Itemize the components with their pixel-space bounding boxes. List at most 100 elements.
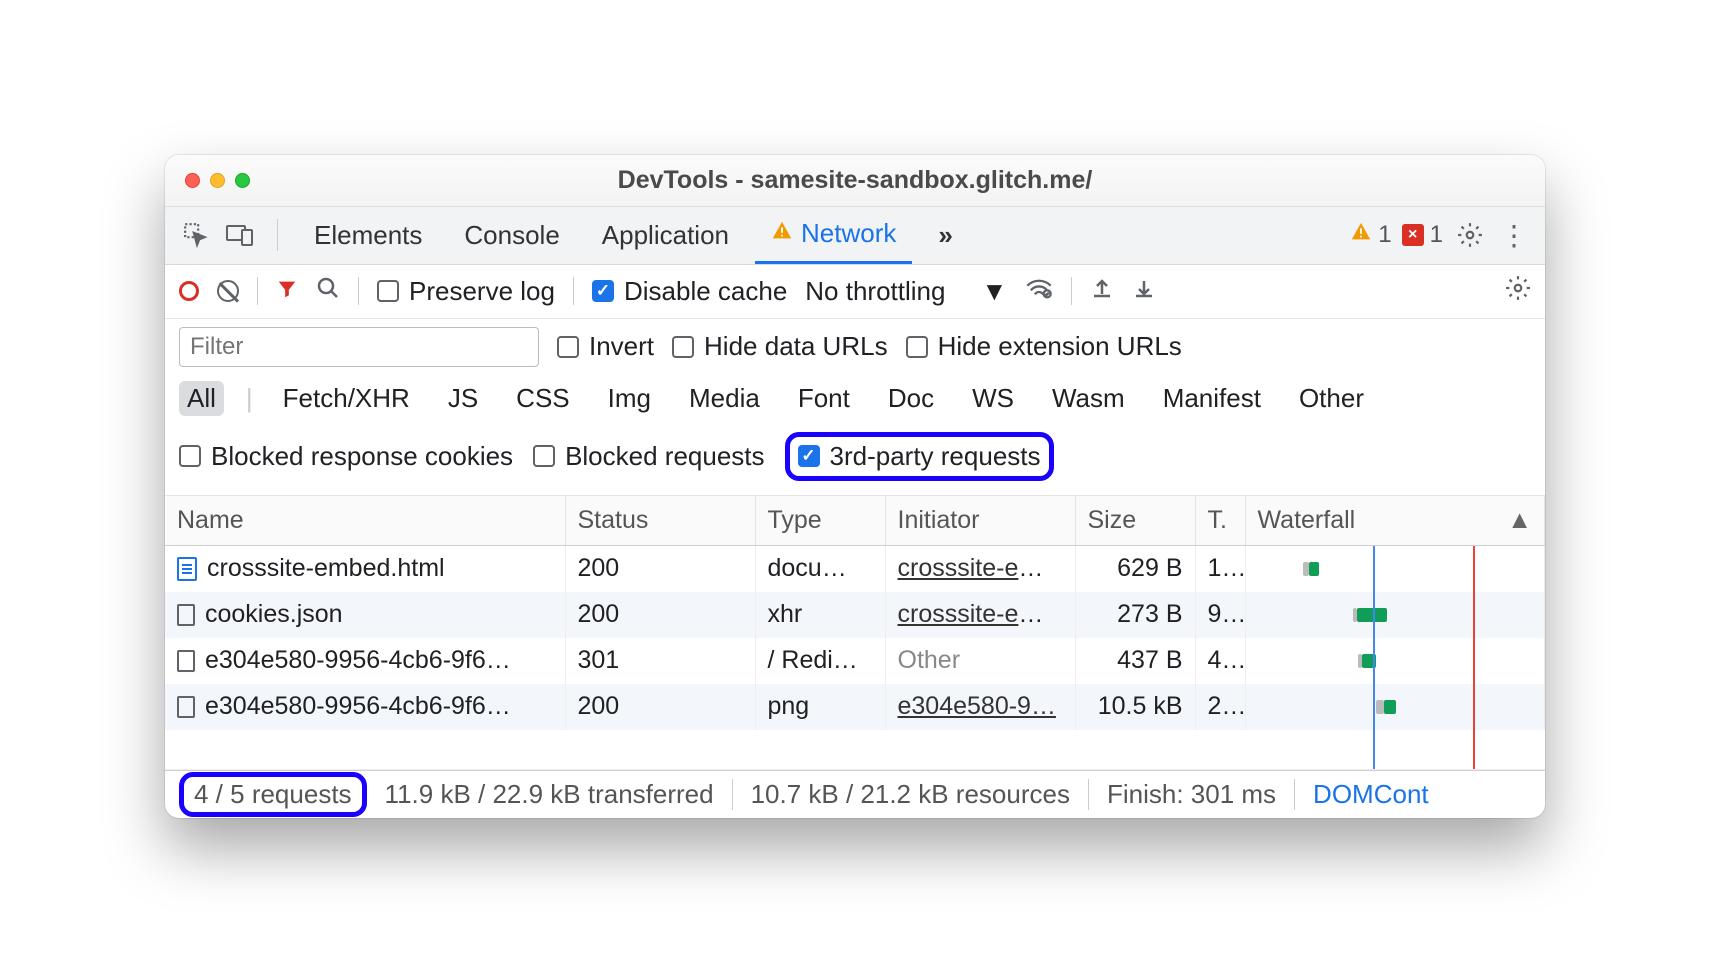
more-icon[interactable]: ⋮ [1497,218,1531,252]
disable-cache-checkbox[interactable]: ✓Disable cache [592,276,787,307]
request-status: 200 [565,592,755,638]
titlebar: DevTools - samesite-sandbox.glitch.me/ [165,155,1545,207]
settings-icon[interactable] [1453,218,1487,252]
table-row[interactable]: crosssite-embed.html 200docu… crosssite-em… [165,545,1545,592]
sort-indicator: ▲ [1507,506,1532,535]
type-filter[interactable]: Manifest [1155,381,1269,416]
type-filter[interactable]: Font [790,381,858,416]
third-party-checkbox[interactable]: ✓3rd-party requests [798,441,1041,472]
tab-console[interactable]: Console [448,207,575,264]
warning-icon [1350,221,1372,250]
extra-filters: Blocked response cookies Blocked request… [165,426,1545,496]
request-name: crosssite-embed.html [207,554,445,583]
request-type: png [755,684,885,730]
inspect-icon[interactable] [179,218,213,252]
type-filter[interactable]: CSS [508,381,577,416]
request-type: docu… [755,545,885,592]
search-icon[interactable] [316,276,340,307]
tab-elements[interactable]: Elements [298,207,438,264]
type-filter[interactable]: JS [440,381,486,416]
request-status: 301 [565,638,755,684]
throttling-select[interactable]: No throttling ▼ [805,276,1007,307]
request-status: 200 [565,545,755,592]
import-har-icon[interactable] [1132,275,1156,308]
waterfall-cell [1258,554,1533,584]
table-row[interactable]: e304e580-9956-4cb6-9f6… 200png e304e580-9…… [165,684,1545,730]
finish-time: Finish: 301 ms [1089,779,1295,810]
export-har-icon[interactable] [1090,275,1114,308]
request-initiator[interactable]: Other [898,646,961,674]
clear-button[interactable] [217,280,239,302]
file-icon [177,650,195,672]
hide-data-urls-checkbox[interactable]: Hide data URLs [672,331,888,362]
type-filters: All | Fetch/XHR JS CSS Img Media Font Do… [165,371,1545,426]
chevron-down-icon: ▼ [981,276,1007,307]
panel-tabs: Elements Console Application Network » 1… [165,207,1545,265]
request-initiator[interactable]: crosssite-em… [898,554,1065,582]
warning-icon [771,218,793,249]
request-time: 2.. [1195,684,1245,730]
filter-input[interactable] [179,327,539,367]
network-conditions-icon[interactable] [1025,275,1053,308]
file-icon [177,696,195,718]
record-button[interactable] [179,281,199,301]
request-size: 629 B [1075,545,1195,592]
col-status[interactable]: Status [565,496,755,546]
col-size[interactable]: Size [1075,496,1195,546]
request-time: 1.. [1195,545,1245,592]
tab-application[interactable]: Application [586,207,745,264]
col-time[interactable]: T. [1195,496,1245,546]
request-name: cookies.json [205,600,343,629]
col-waterfall[interactable]: Waterfall▲ [1245,496,1545,546]
file-icon [177,604,195,626]
warnings-badge[interactable]: 1 [1350,221,1391,250]
type-filter[interactable]: Img [600,381,659,416]
request-name: e304e580-9956-4cb6-9f6… [205,692,511,721]
error-icon: × [1402,224,1424,246]
network-toolbar: Preserve log ✓Disable cache No throttlin… [165,265,1545,319]
requests-count: 4 / 5 requests [194,779,352,809]
table-row[interactable]: e304e580-9956-4cb6-9f6…301/ Redi…Other43… [165,638,1545,684]
blocked-cookies-checkbox[interactable]: Blocked response cookies [179,441,513,472]
requests-count-highlight: 4 / 5 requests [179,772,367,817]
request-time: 4.. [1195,638,1245,684]
type-filter[interactable]: Doc [880,381,942,416]
preserve-log-checkbox[interactable]: Preserve log [377,276,555,307]
tabs-overflow[interactable]: » [922,207,968,264]
transferred-size: 11.9 kB / 22.9 kB transferred [367,779,733,810]
filter-toggle-icon[interactable] [276,276,298,307]
window-title: DevTools - samesite-sandbox.glitch.me/ [165,166,1545,195]
waterfall-cell [1258,600,1533,630]
status-bar: 4 / 5 requests 11.9 kB / 22.9 kB transfe… [165,770,1545,818]
invert-checkbox[interactable]: Invert [557,331,654,362]
devtools-window: DevTools - samesite-sandbox.glitch.me/ E… [165,155,1545,818]
request-name: e304e580-9956-4cb6-9f6… [205,646,511,675]
document-icon [177,557,197,581]
waterfall-cell [1258,692,1533,722]
hide-extension-urls-checkbox[interactable]: Hide extension URLs [906,331,1182,362]
col-name[interactable]: Name [165,496,565,546]
type-filter[interactable]: WS [964,381,1022,416]
blocked-requests-checkbox[interactable]: Blocked requests [533,441,764,472]
type-filter[interactable]: Wasm [1044,381,1133,416]
col-type[interactable]: Type [755,496,885,546]
type-filter[interactable]: Fetch/XHR [275,381,418,416]
type-filter[interactable]: Media [681,381,768,416]
request-initiator[interactable]: crosssite-em… [898,600,1065,628]
waterfall-cell [1258,646,1533,676]
col-initiator[interactable]: Initiator [885,496,1075,546]
tab-network[interactable]: Network [755,207,912,264]
third-party-highlight: ✓3rd-party requests [785,432,1054,481]
resources-size: 10.7 kB / 21.2 kB resources [733,779,1089,810]
table-row[interactable]: cookies.json200xhrcrosssite-em…273 B9.. [165,592,1545,638]
panel-settings-icon[interactable] [1505,275,1531,308]
request-status: 200 [565,684,755,730]
filter-bar: Invert Hide data URLs Hide extension URL… [165,319,1545,371]
errors-badge[interactable]: × 1 [1402,221,1443,249]
device-toggle-icon[interactable] [223,218,257,252]
request-time: 9.. [1195,592,1245,638]
request-initiator[interactable]: e304e580-9… [898,692,1056,720]
type-filter[interactable]: Other [1291,381,1372,416]
request-size: 10.5 kB [1075,684,1195,730]
type-filter-all[interactable]: All [179,381,224,416]
